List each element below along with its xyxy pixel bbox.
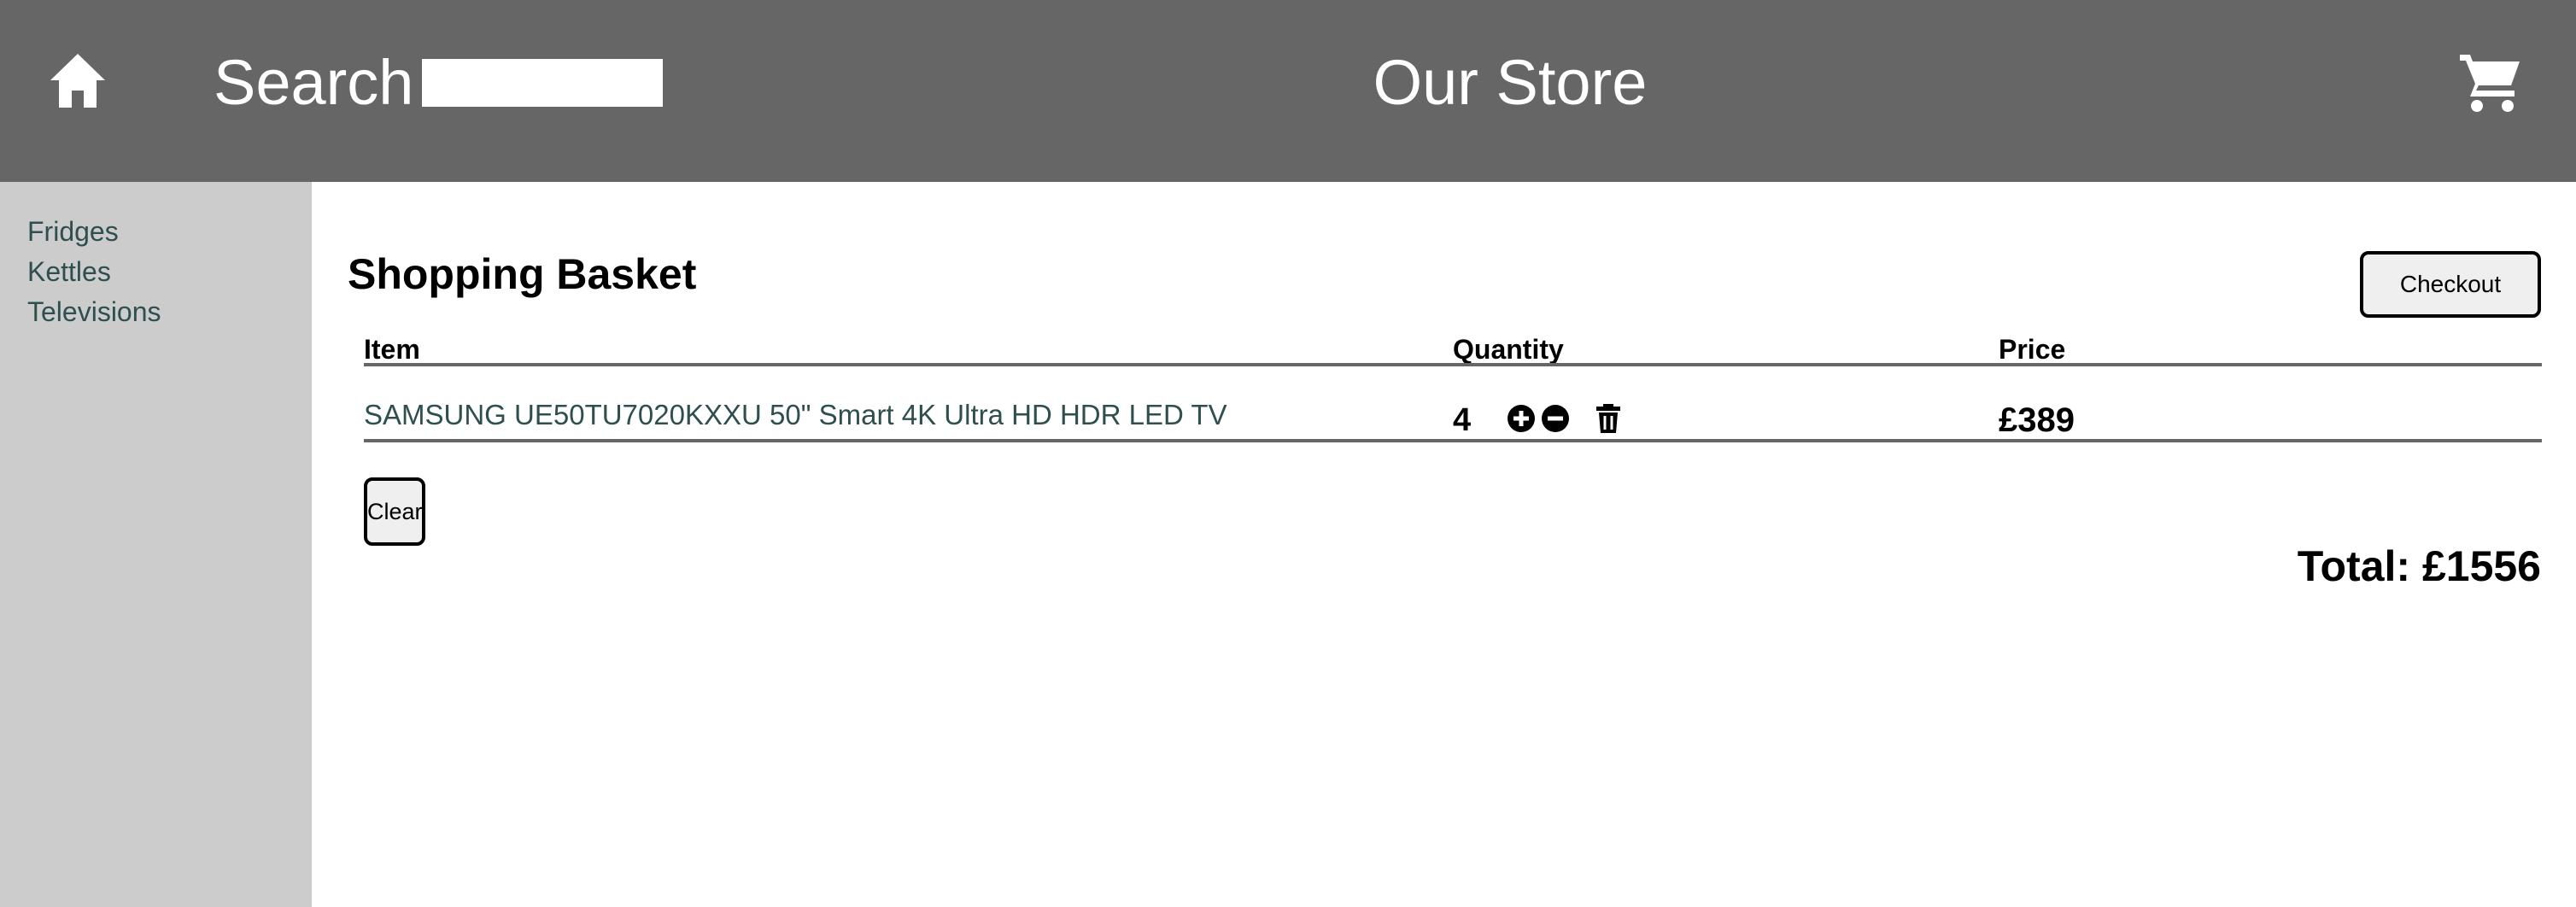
basket-panel: Shopping Basket Checkout Item Quantity P…: [312, 182, 2576, 907]
row-divider: [364, 439, 2542, 442]
sidebar: Fridges Kettles Televisions: [0, 182, 312, 907]
search-label: Search: [214, 47, 414, 118]
checkout-button[interactable]: Checkout: [2360, 251, 2541, 318]
item-name-link[interactable]: SAMSUNG UE50TU7020KXXU 50" Smart 4K Ultr…: [364, 398, 1227, 432]
sidebar-item-kettles[interactable]: Kettles: [27, 255, 111, 289]
plus-circle-icon[interactable]: [1506, 403, 1537, 434]
header-divider: [364, 363, 2542, 366]
shopping-cart-icon[interactable]: [2458, 50, 2523, 114]
sidebar-item-fridges[interactable]: Fridges: [27, 214, 119, 249]
column-header-item: Item: [364, 334, 420, 365]
search-input[interactable]: [422, 59, 663, 107]
basket-total: Total: £1556: [2297, 542, 2541, 590]
store-title: Our Store: [1373, 47, 1648, 118]
quantity-value: 4: [1453, 402, 1472, 438]
header-bar: Search Our Store: [0, 0, 2576, 182]
trash-icon[interactable]: [1593, 403, 1624, 434]
minus-circle-icon[interactable]: [1540, 403, 1571, 434]
page-title: Shopping Basket: [348, 250, 697, 298]
item-price: £389: [1999, 401, 2075, 439]
sidebar-item-televisions[interactable]: Televisions: [27, 295, 161, 329]
clear-button[interactable]: Clear: [364, 477, 425, 546]
column-header-price: Price: [1999, 334, 2066, 365]
column-header-quantity: Quantity: [1453, 334, 1564, 365]
home-icon[interactable]: [48, 51, 108, 111]
